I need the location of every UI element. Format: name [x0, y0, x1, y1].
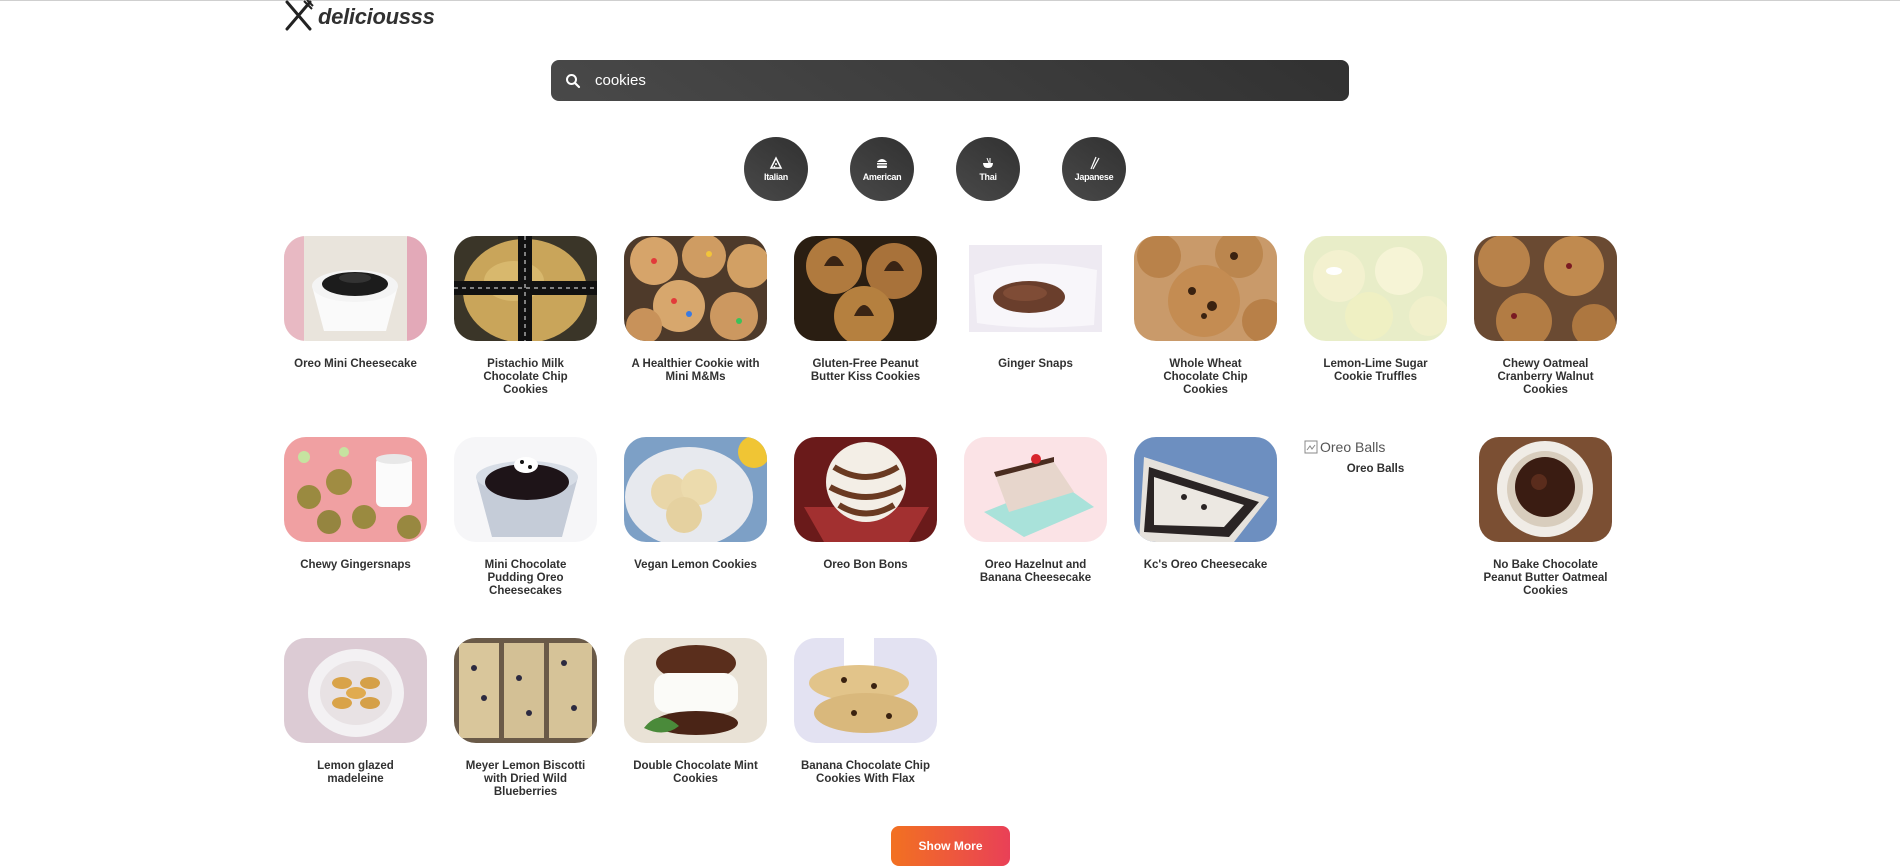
cuisine-label: Italian — [764, 172, 788, 182]
recipe-title: Gluten-Free Peanut Butter Kiss Cookies — [810, 358, 921, 383]
recipe-title: Oreo Hazelnut and Banana Cheesecake — [979, 559, 1092, 584]
recipe-card[interactable]: Kc's Oreo Cheesecake — [1134, 437, 1277, 638]
recipe-image[interactable] — [284, 638, 427, 743]
pizza-icon — [769, 156, 783, 169]
broken-image-icon — [1304, 440, 1318, 454]
search-input[interactable] — [593, 71, 1317, 90]
recipe-image[interactable] — [624, 638, 767, 743]
cuisine-nav: Italian American Thai Japanese — [744, 137, 1126, 201]
noodle-bowl-icon — [983, 157, 993, 168]
recipe-image[interactable] — [794, 638, 937, 743]
cuisine-japanese[interactable]: Japanese — [1062, 137, 1126, 201]
recipe-image[interactable] — [794, 437, 937, 542]
recipe-title: No Bake Chocolate Peanut Butter Oatmeal … — [1483, 559, 1608, 597]
brand-name: deliciousss — [318, 4, 435, 29]
recipe-title: Banana Chocolate Chip Cookies With Flax — [800, 760, 931, 785]
recipe-title: Ginger Snaps — [998, 358, 1073, 370]
recipe-title: Lemon glazed madeleine — [317, 760, 394, 785]
cuisine-italian[interactable]: Italian — [744, 137, 808, 201]
recipe-image[interactable] — [284, 437, 427, 542]
recipe-image[interactable] — [794, 236, 937, 341]
recipe-title: Lemon-Lime Sugar Cookie Truffles — [1323, 358, 1428, 383]
chopsticks-icon — [1090, 156, 1100, 170]
recipe-image[interactable] — [454, 236, 597, 341]
recipe-card[interactable]: Ginger Snaps — [964, 236, 1107, 437]
recipe-card[interactable]: Oreo Hazelnut and Banana Cheesecake — [964, 437, 1107, 638]
recipe-image[interactable] — [454, 437, 597, 542]
recipe-image[interactable] — [1134, 437, 1277, 542]
recipe-title: Double Chocolate Mint Cookies — [633, 760, 758, 785]
recipe-title: Kc's Oreo Cheesecake — [1143, 559, 1268, 571]
recipe-card[interactable]: Chewy Oatmeal Cranberry Walnut Cookies — [1474, 236, 1617, 437]
cuisine-thai[interactable]: Thai — [956, 137, 1020, 201]
recipe-title: A Healthier Cookie with Mini M&Ms — [631, 358, 760, 383]
cuisine-label: Thai — [979, 172, 997, 182]
recipe-title: Oreo Mini Cheesecake — [294, 358, 417, 370]
recipe-title: Oreo Bon Bons — [823, 559, 908, 571]
recipe-card[interactable]: Pistachio Milk Chocolate Chip Cookies — [454, 236, 597, 437]
recipe-image[interactable] — [284, 236, 427, 341]
recipe-title: Pistachio Milk Chocolate Chip Cookies — [483, 358, 568, 396]
recipe-card[interactable]: Double Chocolate Mint Cookies — [624, 638, 767, 839]
recipe-card[interactable]: Oreo Bon Bons — [794, 437, 937, 638]
hamburger-icon — [877, 159, 887, 168]
recipe-image[interactable] — [1304, 236, 1447, 341]
recipe-title: Whole Wheat Chocolate Chip Cookies — [1163, 358, 1248, 396]
recipe-card[interactable]: Mini Chocolate Pudding Oreo Cheesecakes — [454, 437, 597, 638]
recipe-card[interactable]: Lemon glazed madeleine — [284, 638, 427, 839]
recipe-card[interactable]: Chewy Gingersnaps — [284, 437, 427, 638]
recipe-image[interactable] — [1479, 437, 1612, 542]
recipe-card[interactable]: Lemon-Lime Sugar Cookie Truffles — [1304, 236, 1447, 437]
recipe-image[interactable] — [1134, 236, 1277, 341]
recipe-card[interactable]: A Healthier Cookie with Mini M&Ms — [624, 236, 767, 437]
cuisine-label: American — [862, 172, 902, 182]
recipe-title: Chewy Gingersnaps — [300, 559, 411, 571]
recipe-grid: Oreo Mini Cheesecake Pistachio Milk Choc… — [284, 236, 1618, 839]
recipe-image[interactable] — [964, 437, 1107, 542]
recipe-card[interactable]: Meyer Lemon Biscotti with Dried Wild Blu… — [454, 638, 597, 839]
recipe-title: Chewy Oatmeal Cranberry Walnut Cookies — [1497, 358, 1594, 396]
recipe-image[interactable] — [454, 638, 597, 743]
recipe-card[interactable]: Vegan Lemon Cookies — [624, 437, 767, 638]
search-icon — [565, 73, 581, 89]
recipe-card[interactable]: No Bake Chocolate Peanut Butter Oatmeal … — [1474, 437, 1617, 638]
recipe-title: Meyer Lemon Biscotti with Dried Wild Blu… — [465, 760, 586, 798]
fork-knife-icon — [284, 0, 314, 36]
brand-logo[interactable]: deliciousss — [284, 0, 435, 36]
recipe-card[interactable]: Banana Chocolate Chip Cookies With Flax — [794, 638, 937, 839]
recipe-title: Mini Chocolate Pudding Oreo Cheesecakes — [484, 559, 567, 597]
broken-image[interactable]: Oreo Balls — [1304, 437, 1447, 457]
recipe-image[interactable] — [969, 245, 1102, 332]
recipe-card[interactable]: Gluten-Free Peanut Butter Kiss Cookies — [794, 236, 937, 437]
recipe-title: Vegan Lemon Cookies — [634, 559, 757, 571]
recipe-image[interactable] — [624, 437, 767, 542]
recipe-image[interactable] — [1474, 236, 1617, 341]
recipe-title: Oreo Balls — [1346, 463, 1405, 475]
recipe-card[interactable]: Oreo Mini Cheesecake — [284, 236, 427, 437]
cuisine-label: Japanese — [1074, 172, 1114, 182]
recipe-card[interactable]: Whole Wheat Chocolate Chip Cookies — [1134, 236, 1277, 437]
show-more-button[interactable]: Show More — [891, 826, 1010, 866]
cuisine-american[interactable]: American — [850, 137, 914, 201]
image-alt-text: Oreo Balls — [1320, 439, 1386, 455]
recipe-card[interactable]: Oreo Balls Oreo Balls — [1304, 437, 1447, 638]
search-bar[interactable] — [551, 60, 1349, 101]
recipe-image[interactable] — [624, 236, 767, 341]
